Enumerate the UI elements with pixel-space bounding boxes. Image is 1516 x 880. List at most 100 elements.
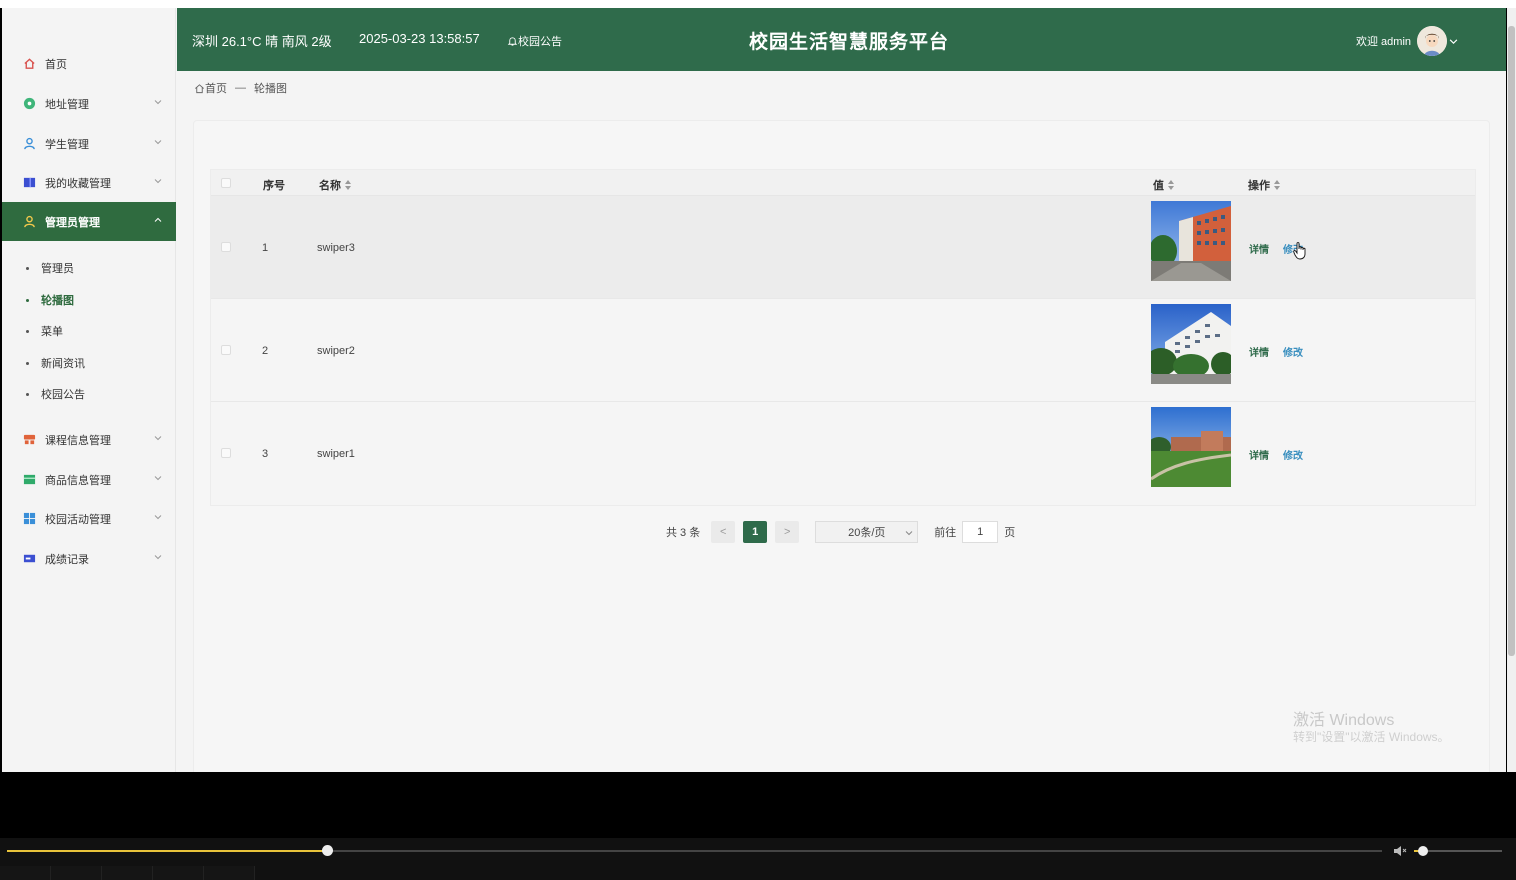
chevron-down-icon bbox=[1449, 38, 1458, 44]
content-panel: 序号 名称 值 操作 1 swiper3 详情 修改 2 swiper2 详情 … bbox=[193, 120, 1490, 772]
window-top-strip bbox=[0, 0, 1516, 8]
detail-button[interactable]: 详情 bbox=[1249, 241, 1269, 256]
vertical-scrollbar[interactable] bbox=[1507, 8, 1516, 772]
sidebar-item-label: 成绩记录 bbox=[45, 553, 89, 566]
sidebar-item-admin[interactable]: 管理员管理 bbox=[2, 202, 176, 241]
sidebar-item-address[interactable]: 地址管理 bbox=[2, 84, 176, 123]
row-name: swiper3 bbox=[317, 242, 355, 254]
page-title: 校园生活智慧服务平台 bbox=[748, 32, 949, 53]
chevron-down-icon bbox=[154, 476, 162, 481]
row-image[interactable] bbox=[1151, 201, 1231, 281]
sidebar-subitem-carousel[interactable]: 轮播图 bbox=[2, 285, 176, 315]
row-image[interactable] bbox=[1151, 304, 1231, 384]
chevron-down-icon bbox=[905, 531, 913, 536]
sidebar-item-label: 首页 bbox=[45, 58, 67, 71]
goto-label: 前往 bbox=[934, 527, 957, 539]
sidebar-item-students[interactable]: 学生管理 bbox=[2, 124, 176, 163]
bullet-dot bbox=[26, 392, 29, 396]
page-size-select[interactable]: 20条/页 bbox=[815, 521, 919, 543]
volume-icon[interactable] bbox=[1393, 844, 1407, 858]
table-row: 2 swiper2 详情 修改 bbox=[211, 299, 1475, 402]
sidebar-item-label: 地址管理 bbox=[45, 98, 89, 111]
sidebar-item-scores[interactable]: 成绩记录 bbox=[2, 539, 176, 578]
row-index: 3 bbox=[262, 448, 269, 460]
row-checkbox[interactable] bbox=[221, 345, 231, 355]
sort-icon[interactable] bbox=[1274, 180, 1281, 190]
windows-activation-title: 激活 Windows bbox=[1293, 712, 1395, 729]
seek-bar-played bbox=[7, 850, 328, 852]
select-all-checkbox[interactable] bbox=[221, 178, 231, 188]
bullet-dot bbox=[26, 266, 29, 270]
sidebar-subitem-menu[interactable]: 菜单 bbox=[2, 316, 176, 346]
column-header-label: 名称 bbox=[319, 180, 341, 192]
detail-button[interactable]: 详情 bbox=[1249, 447, 1269, 462]
row-name: swiper2 bbox=[317, 345, 355, 357]
home-icon bbox=[195, 83, 204, 93]
sort-icon[interactable] bbox=[1168, 180, 1175, 190]
chevron-down-icon bbox=[154, 140, 162, 145]
breadcrumb-current: 轮播图 bbox=[254, 83, 287, 95]
detail-button[interactable]: 详情 bbox=[1249, 344, 1269, 359]
table-row: 1 swiper3 详情 修改 bbox=[211, 196, 1475, 299]
chevron-down-icon bbox=[154, 436, 162, 441]
hand-cursor-icon bbox=[1293, 242, 1306, 260]
avatar[interactable] bbox=[1417, 26, 1448, 56]
sidebar-subitem-admins[interactable]: 管理员 bbox=[2, 253, 176, 283]
sidebar-subitem-notices[interactable]: 校园公告 bbox=[2, 379, 176, 409]
course-icon bbox=[22, 433, 36, 447]
edit-button[interactable]: 修改 bbox=[1283, 344, 1303, 359]
sidebar-item-favorites[interactable]: 我的收藏管理 bbox=[2, 163, 176, 202]
chevron-down-icon bbox=[154, 100, 162, 105]
seek-bar[interactable] bbox=[7, 845, 1382, 856]
column-header-label: 序号 bbox=[263, 180, 285, 192]
sidebar-item-courses[interactable]: 课程信息管理 bbox=[2, 420, 176, 459]
prev-page-button[interactable]: < bbox=[711, 521, 736, 543]
welcome-text: 欢迎 admin bbox=[1356, 36, 1412, 48]
page-size-value: 20条/页 bbox=[848, 527, 886, 539]
user-menu[interactable]: 欢迎 admin bbox=[1356, 26, 1458, 56]
row-image[interactable] bbox=[1151, 407, 1231, 487]
column-header-name[interactable]: 名称 bbox=[319, 177, 352, 193]
goto-page-input[interactable]: 1 bbox=[962, 521, 999, 543]
sidebar-item-label: 学生管理 bbox=[45, 138, 89, 151]
footer-segment bbox=[0, 866, 51, 880]
sidebar-item-label: 我的收藏管理 bbox=[45, 177, 111, 190]
column-header-action[interactable]: 操作 bbox=[1248, 177, 1281, 193]
sidebar-subitem-label: 管理员 bbox=[41, 263, 74, 275]
page-unit-label: 页 bbox=[1004, 527, 1016, 539]
sidebar-item-label: 校园活动管理 bbox=[45, 513, 111, 526]
admin-icon bbox=[22, 215, 36, 229]
next-page-button[interactable]: > bbox=[775, 521, 800, 543]
sidebar-item-activities[interactable]: 校园活动管理 bbox=[2, 499, 176, 538]
table-row: 3 swiper1 详情 修改 bbox=[211, 402, 1475, 505]
sidebar-subitem-news[interactable]: 新闻资讯 bbox=[2, 348, 176, 378]
column-header-value[interactable]: 值 bbox=[1153, 177, 1175, 193]
volume-knob[interactable] bbox=[1417, 846, 1428, 856]
bookmark-icon bbox=[22, 176, 36, 190]
row-checkbox[interactable] bbox=[221, 242, 231, 252]
pagination: 共 3 条 < 1 > 20条/页 前往 1 页 bbox=[666, 521, 1015, 543]
volume-slider[interactable] bbox=[1414, 846, 1502, 856]
scrollbar-thumb[interactable] bbox=[1508, 26, 1515, 656]
edit-button[interactable]: 修改 bbox=[1283, 447, 1303, 462]
sort-icon[interactable] bbox=[345, 180, 352, 190]
page-number-button[interactable]: 1 bbox=[743, 521, 768, 543]
row-name: swiper1 bbox=[317, 448, 355, 460]
score-icon bbox=[22, 552, 36, 566]
sidebar-subitem-label: 轮播图 bbox=[41, 295, 74, 307]
chevron-down-icon bbox=[154, 555, 162, 560]
sidebar-item-home[interactable]: 首页 bbox=[2, 44, 176, 83]
sidebar-subitem-label: 菜单 bbox=[41, 326, 63, 338]
seek-knob[interactable] bbox=[322, 845, 334, 856]
sidebar-subitem-label: 新闻资讯 bbox=[41, 358, 85, 370]
row-index: 2 bbox=[262, 345, 269, 357]
location-icon bbox=[22, 97, 36, 111]
user-icon bbox=[22, 137, 36, 151]
footer-segment bbox=[51, 866, 102, 880]
row-index: 1 bbox=[262, 242, 269, 254]
sidebar-item-goods[interactable]: 商品信息管理 bbox=[2, 460, 176, 499]
breadcrumb-home[interactable]: 首页 bbox=[205, 80, 227, 96]
activity-icon bbox=[22, 512, 36, 526]
chevron-down-icon bbox=[154, 515, 162, 520]
row-checkbox[interactable] bbox=[221, 448, 231, 458]
